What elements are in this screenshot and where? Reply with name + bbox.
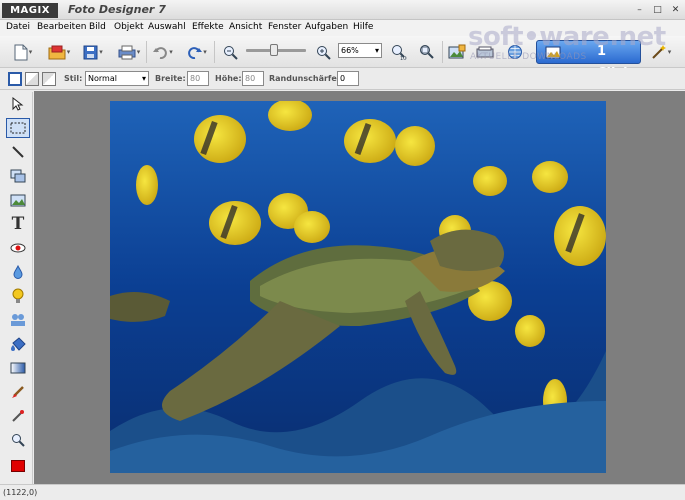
text-tool-icon[interactable]: T (6, 214, 30, 234)
photo-tools-icon[interactable] (446, 40, 468, 64)
stil-label: Stil: (64, 74, 83, 83)
menu-effekte[interactable]: Effekte (192, 22, 224, 32)
status-bar: (1122,0) (0, 484, 685, 500)
close-button[interactable]: ✕ (669, 4, 682, 16)
fit-window-icon[interactable] (416, 40, 438, 64)
watermark-logo: soft•ware.net (468, 22, 666, 52)
foreground-color-swatch[interactable] (6, 456, 30, 476)
svg-text:100: 100 (400, 56, 407, 60)
toolbar-separator (146, 41, 147, 63)
menu-ansicht[interactable]: Ansicht (229, 22, 262, 32)
zoom-tool-icon[interactable] (6, 430, 30, 450)
pipette-tool-icon[interactable] (6, 406, 30, 426)
new-document-icon[interactable]: ▾ (8, 40, 38, 64)
undo-icon[interactable]: ▾ (148, 40, 178, 64)
print-icon[interactable]: ▾ (113, 40, 145, 64)
save-icon[interactable]: ▾ (78, 40, 108, 64)
brush-tool-icon[interactable] (6, 382, 30, 402)
property-bar: Stil: Normal Breite: 80 Höhe: 80 Randuns… (0, 68, 685, 90)
menu-bild[interactable]: Bild (89, 22, 106, 32)
object-select-tool-icon[interactable] (6, 166, 30, 186)
selection-mode-add-icon[interactable] (25, 72, 39, 86)
zoom-level-select[interactable]: 66% (338, 43, 382, 58)
menu-bearbeiten[interactable]: Bearbeiten (37, 22, 86, 32)
gradient-tool-icon[interactable] (6, 358, 30, 378)
red-eye-tool-icon[interactable] (6, 238, 30, 258)
selection-mode-subtract-icon[interactable] (42, 72, 56, 86)
menu-aufgaben[interactable]: Aufgaben (305, 22, 348, 32)
stil-select[interactable]: Normal (85, 71, 149, 86)
menu-datei[interactable]: Datei (6, 22, 30, 32)
droplet-tool-icon[interactable] (6, 262, 30, 282)
randunschaerfe-label: Randunschärfe: (269, 74, 341, 83)
title-bar: MAGIX Foto Designer 7 – □ ✕ (0, 0, 685, 20)
rectangle-select-tool-icon[interactable] (6, 118, 30, 138)
minimize-button[interactable]: – (633, 4, 646, 16)
watermark-tagline: AKTUELLE DOWNLOADS (470, 52, 587, 62)
toolbar-separator (442, 41, 443, 63)
hoehe-label: Höhe: (215, 74, 242, 83)
open-folder-icon[interactable]: ▾ (44, 40, 74, 64)
maximize-button[interactable]: □ (651, 4, 664, 16)
magix-logo: MAGIX (2, 3, 58, 18)
image-tool-icon[interactable] (6, 190, 30, 210)
toolbar-separator (214, 41, 215, 63)
hoehe-input[interactable]: 80 (242, 71, 264, 86)
breite-input[interactable]: 80 (187, 71, 209, 86)
cursor-coordinates: (1122,0) (3, 488, 38, 497)
clone-tool-icon[interactable] (6, 310, 30, 330)
menu-hilfe[interactable]: Hilfe (353, 22, 373, 32)
light-tool-icon[interactable] (6, 286, 30, 306)
zoom-100-icon[interactable]: 100 (388, 40, 410, 64)
app-title: Foto Designer 7 (68, 3, 166, 16)
zoom-slider-thumb[interactable] (270, 44, 278, 56)
menu-objekt[interactable]: Objekt (114, 22, 144, 32)
pointer-tool-icon[interactable] (6, 94, 30, 114)
breite-label: Breite: (155, 74, 186, 83)
menu-fenster[interactable]: Fenster (268, 22, 301, 32)
menu-auswahl[interactable]: Auswahl (148, 22, 186, 32)
tool-palette: T (2, 92, 33, 484)
redo-icon[interactable]: ▾ (182, 40, 212, 64)
freehand-tool-icon[interactable] (6, 142, 30, 162)
zoom-out-icon[interactable] (220, 40, 240, 64)
photo-sea-turtle[interactable] (110, 101, 606, 473)
selection-mode-new-icon[interactable] (8, 72, 22, 86)
randunschaerfe-input[interactable]: 0 (337, 71, 359, 86)
fill-tool-icon[interactable] (6, 334, 30, 354)
zoom-in-icon[interactable] (313, 40, 333, 64)
